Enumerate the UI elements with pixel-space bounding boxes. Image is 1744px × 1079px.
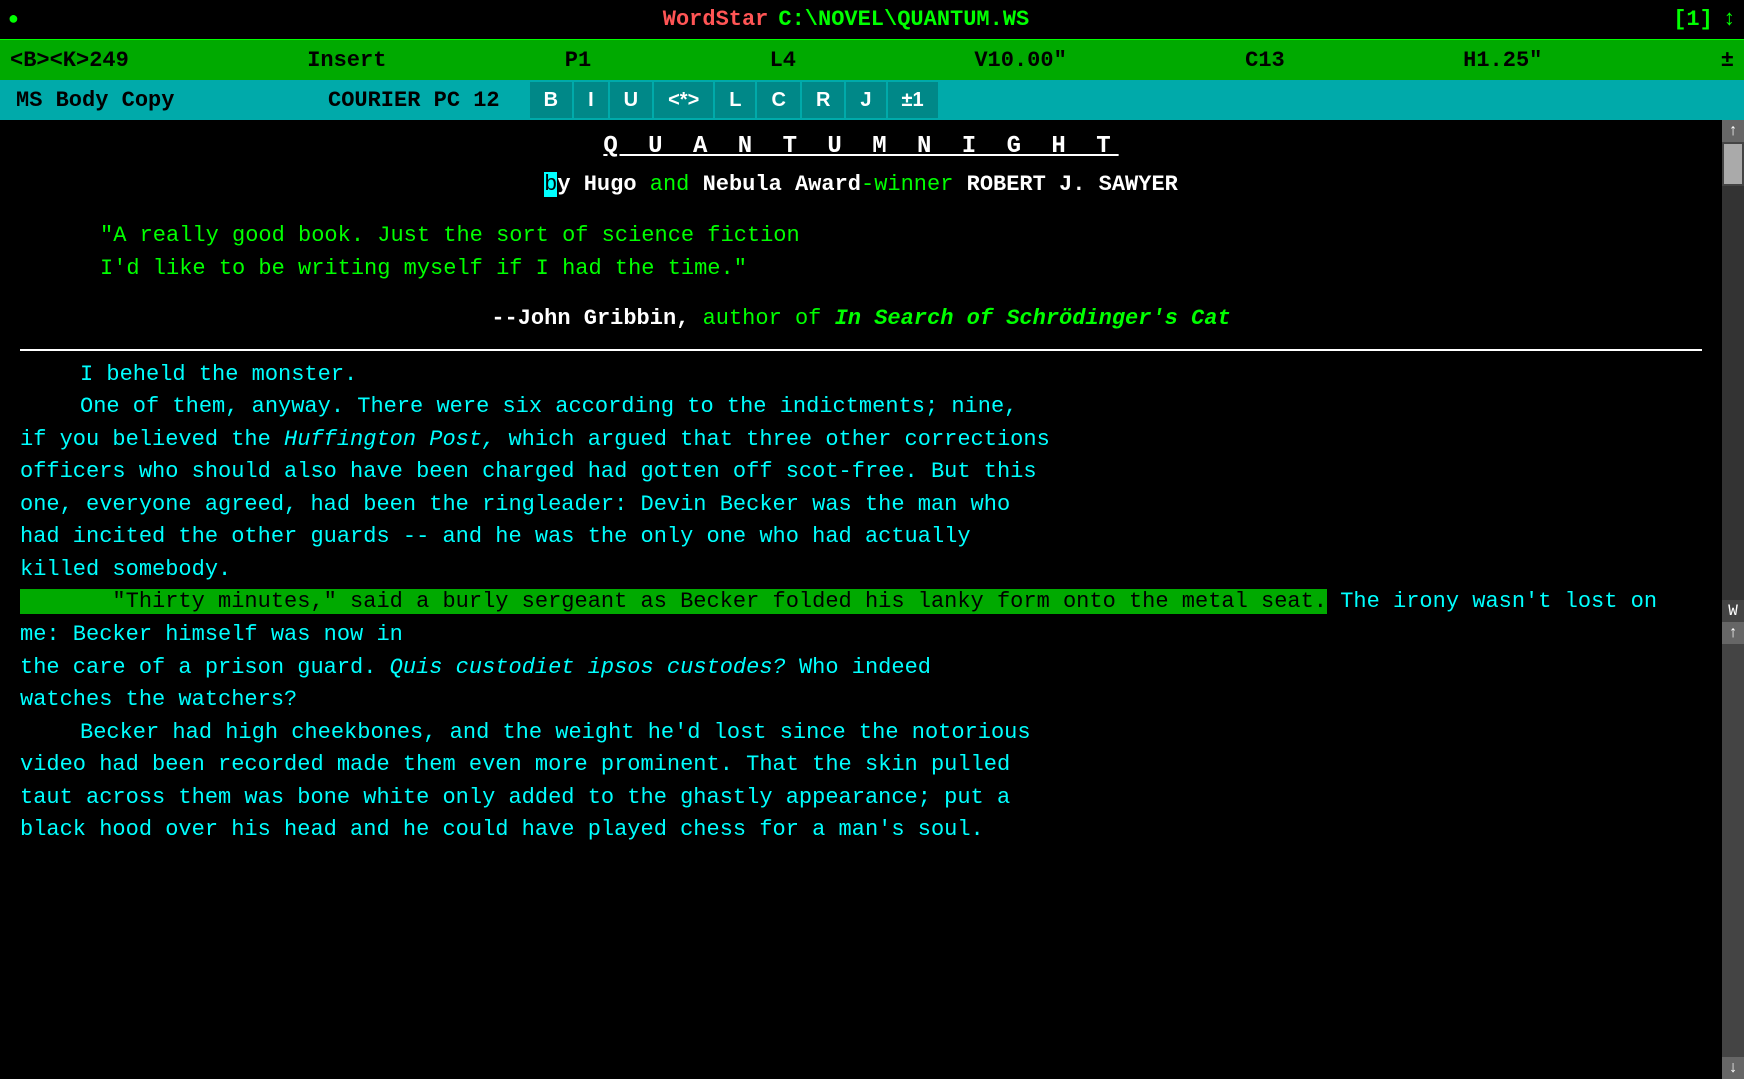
highlight-block-1: "Thirty minutes," said a burly sergeant … — [20, 589, 1327, 614]
paragraph-2b: if you believed the Huffington Post, whi… — [20, 424, 1702, 457]
underline-button[interactable]: U — [610, 82, 652, 118]
paragraph-4b: video had been recorded made them even m… — [20, 749, 1702, 782]
paragraph-1: I beheld the monster. — [20, 359, 1702, 392]
text-content[interactable]: Q U A N T U M N I G H T by Hugo and Nebu… — [0, 120, 1722, 1079]
paragraph-3b: the care of a prison guard. Quis custodi… — [20, 652, 1702, 685]
italic-button[interactable]: I — [574, 82, 608, 118]
align-right-button[interactable]: R — [802, 82, 844, 118]
scroll-thumb[interactable] — [1724, 144, 1742, 184]
huffington-post: Huffington Post, — [284, 427, 495, 452]
scroll-up-arrow2[interactable]: ↑ — [1722, 622, 1744, 644]
horiz-pos: H1.25" — [1463, 48, 1542, 73]
p3-care: the care of a prison guard. — [20, 655, 376, 680]
scroll-track[interactable] — [1722, 186, 1744, 600]
scroll-up-arrow[interactable]: ↑ — [1722, 120, 1744, 142]
page-indicator: [1] — [1673, 7, 1713, 32]
paragraph-4c: taut across them was bone white only add… — [20, 782, 1702, 815]
format-buttons: B I U <*> L C R J ±1 — [530, 82, 938, 118]
p2-which: which argued that three other correction… — [495, 427, 1050, 452]
paragraph-2c: officers who should also have been charg… — [20, 456, 1702, 489]
bold-button[interactable]: B — [530, 82, 572, 118]
vertical-pos: V10.00" — [974, 48, 1066, 73]
w-marker: W — [1728, 600, 1738, 622]
spacing-button[interactable]: ±1 — [888, 82, 938, 118]
plus-minus: ± — [1721, 48, 1734, 73]
quote-line2: I'd like to be writing myself if I had t… — [100, 252, 1622, 285]
scroll-down-arrow[interactable]: ↓ — [1722, 1057, 1744, 1079]
title-bar: ● WordStar C:\NOVEL\QUANTUM.WS [1] ↕ — [0, 0, 1744, 40]
app-window: ● WordStar C:\NOVEL\QUANTUM.WS [1] ↕ <B>… — [0, 0, 1744, 1079]
quote-block: "A really good book. Just the sort of sc… — [100, 219, 1622, 285]
cursor-position: <B><K>249 — [10, 48, 129, 73]
title-arrow: ↕ — [1723, 7, 1736, 32]
paragraph-4d: black hood over his head and he could ha… — [20, 814, 1702, 847]
font-name: COURIER PC 12 — [328, 88, 530, 113]
latin-phrase: Quis custodiet ipsos custodes? — [376, 655, 785, 680]
book-title: Q U A N T U M N I G H T — [20, 130, 1702, 165]
author-name: ROBERT J. SAWYER — [967, 172, 1178, 197]
quote-line1: "A really good book. Just the sort of sc… — [100, 219, 1622, 252]
align-left-button[interactable]: L — [715, 82, 755, 118]
style-name: MS Body Copy — [8, 88, 328, 113]
col-num: C13 — [1245, 48, 1285, 73]
content-area: Q U A N T U M N I G H T by Hugo and Nebu… — [0, 120, 1744, 1079]
attribution-dashes: --John Gribbin, — [491, 306, 702, 331]
format-bar: MS Body Copy COURIER PC 12 B I U <*> L C… — [0, 80, 1744, 120]
status-bar: <B><K>249 Insert P1 L4 V10.00" C13 H1.25… — [0, 40, 1744, 80]
byline: by Hugo and Nebula Award-winner ROBERT J… — [20, 169, 1702, 201]
attribution-of-word: of — [795, 306, 835, 331]
cursor-indicator: b — [544, 172, 557, 197]
file-path: C:\NOVEL\QUANTUM.WS — [778, 7, 1029, 32]
window-dot: ● — [8, 10, 19, 30]
attribution: --John Gribbin, author of In Search of S… — [20, 303, 1702, 335]
paragraph-3c: watches the watchers? — [20, 684, 1702, 717]
book-title-block: Q U A N T U M N I G H T by Hugo and Nebu… — [20, 130, 1702, 201]
section-divider — [20, 349, 1702, 351]
hugo-text: Hugo — [584, 172, 637, 197]
insert-mode: Insert — [307, 48, 386, 73]
vertical-scrollbar[interactable]: ↑ W ↑ ↓ — [1722, 120, 1744, 1079]
app-name: WordStar — [663, 7, 769, 32]
page-num: P1 — [565, 48, 591, 73]
title-bar-center: WordStar C:\NOVEL\QUANTUM.WS — [663, 7, 1029, 32]
special-button[interactable]: <*> — [654, 82, 713, 118]
paragraph-2e: had incited the other guards -- and he w… — [20, 521, 1702, 554]
byline-y: y — [557, 172, 570, 197]
body-text: I beheld the monster. One of them, anywa… — [20, 359, 1702, 847]
paragraph-2d: one, everyone agreed, had been the ringl… — [20, 489, 1702, 522]
paragraph-2f: killed somebody. — [20, 554, 1702, 587]
attribution-author-word: author — [703, 306, 795, 331]
justify-button[interactable]: J — [846, 82, 885, 118]
paragraph-4a: Becker had high cheekbones, and the weig… — [20, 717, 1702, 750]
p2-believed: if you believed the — [20, 427, 284, 452]
p3-who: Who indeed — [786, 655, 931, 680]
p2-text1: One of them, anyway. There were six acco… — [80, 394, 1017, 419]
nebula-text: Nebula Award — [703, 172, 861, 197]
paragraph-2: One of them, anyway. There were six acco… — [20, 391, 1702, 424]
line-num: L4 — [770, 48, 796, 73]
and-text: and — [650, 172, 703, 197]
paragraph-3-highlighted: "Thirty minutes," said a burly sergeant … — [20, 586, 1702, 651]
book-name: In Search of Schrödinger's Cat — [835, 306, 1231, 331]
align-center-button[interactable]: C — [757, 82, 799, 118]
title-bar-right: [1] ↕ — [1673, 7, 1736, 32]
